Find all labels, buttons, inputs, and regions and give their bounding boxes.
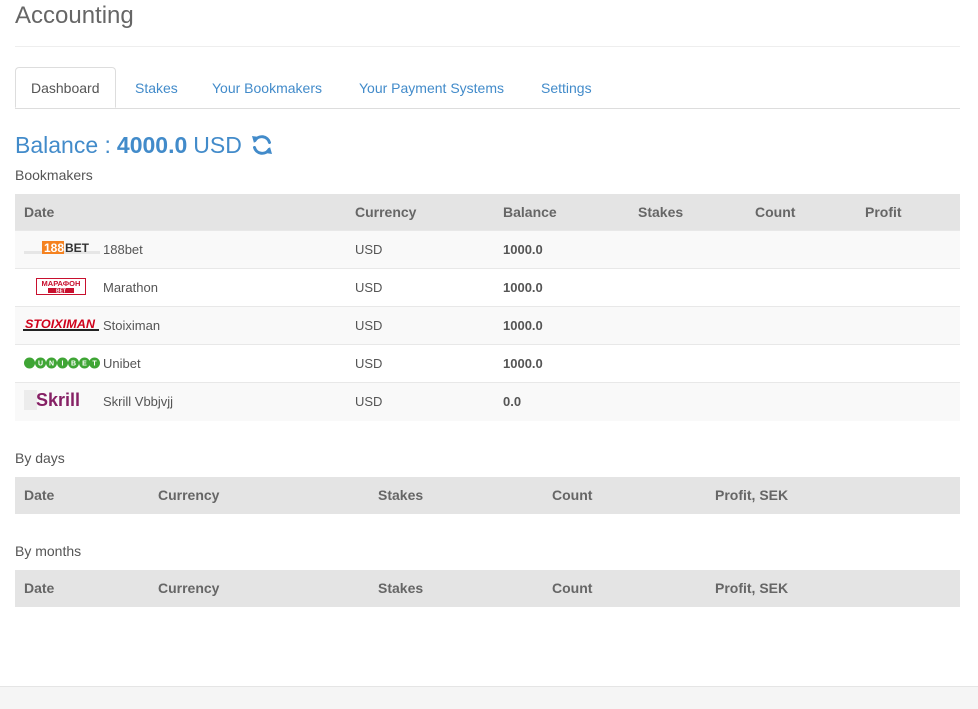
col-count: Count	[755, 204, 796, 220]
bookmaker-balance: 0.0	[503, 394, 522, 409]
page-title: Accounting	[15, 2, 134, 29]
svg-text:T: T	[92, 360, 97, 367]
bookmaker-balance: 1000.0	[503, 242, 543, 257]
col-stakes: Stakes	[378, 580, 424, 596]
footer	[0, 686, 978, 709]
svg-text:I: I	[62, 360, 64, 367]
skrill-logo-icon: Skrill	[24, 389, 88, 410]
title-divider	[15, 46, 960, 47]
by-months-label: By months	[15, 543, 82, 559]
balance-label: Balance :	[15, 131, 111, 158]
bookmaker-currency: USD	[355, 394, 383, 409]
bookmaker-name: Skrill Vbbjvjj	[103, 394, 174, 409]
table-row: UN I BET Unibet USD 1000.0	[15, 344, 960, 383]
svg-text:STOIXIMAN: STOIXIMAN	[25, 317, 95, 331]
col-stakes: Stakes	[638, 204, 684, 220]
svg-text:N: N	[49, 360, 54, 367]
balance-heading: Balance : 4000.0 USD	[15, 130, 274, 160]
tab-your-bookmakers[interactable]: Your Bookmakers	[212, 67, 322, 108]
col-date: Date	[24, 204, 55, 220]
col-currency: Currency	[158, 487, 220, 503]
stoiximan-logo-icon: STOIXIMAN	[23, 316, 99, 333]
col-profit-sek: Profit, SEK	[715, 487, 789, 503]
bookmaker-name: Unibet	[103, 356, 141, 371]
table-row: МАРАФОН BET Marathon USD 1000.0	[15, 268, 960, 307]
svg-text:BET: BET	[65, 241, 90, 255]
svg-text:BET: BET	[56, 288, 66, 294]
balance-currency: USD	[193, 131, 242, 158]
bookmaker-name: Stoiximan	[103, 318, 161, 333]
col-count: Count	[552, 580, 593, 596]
tab-settings[interactable]: Settings	[541, 67, 592, 108]
by-days-table-header: Date Currency Stakes Count Profit, SEK	[15, 477, 960, 514]
by-months-table-header: Date Currency Stakes Count Profit, SEK	[15, 570, 960, 607]
bookmaker-currency: USD	[355, 318, 383, 333]
bookmaker-currency: USD	[355, 280, 383, 295]
bookmaker-currency: USD	[355, 356, 383, 371]
bookmakers-table-header: Date Currency Balance Stakes Count Profi…	[15, 194, 960, 231]
bookmakers-label: Bookmakers	[15, 167, 93, 183]
col-date: Date	[24, 487, 55, 503]
svg-text:U: U	[38, 360, 43, 367]
col-currency: Currency	[355, 204, 417, 220]
tab-your-payment-systems[interactable]: Your Payment Systems	[359, 67, 504, 108]
svg-text:МАРАФОН: МАРАФОН	[42, 279, 81, 288]
refresh-icon[interactable]	[250, 133, 274, 157]
col-balance: Balance	[503, 204, 557, 220]
svg-text:B: B	[71, 360, 76, 367]
col-profit-sek: Profit, SEK	[715, 580, 789, 596]
bookmaker-balance: 1000.0	[503, 356, 543, 371]
table-row: STOIXIMAN Stoiximan USD 1000.0	[15, 306, 960, 345]
tab-bar: Dashboard Stakes Your Bookmakers Your Pa…	[15, 67, 960, 109]
col-count: Count	[552, 487, 593, 503]
col-currency: Currency	[158, 580, 220, 596]
balance-amount: 4000.0	[116, 131, 188, 158]
by-days-label: By days	[15, 450, 65, 466]
bookmaker-name: Marathon	[103, 280, 158, 295]
table-row: Skrill Skrill Vbbjvjj USD 0.0	[15, 382, 960, 421]
tab-stakes[interactable]: Stakes	[135, 67, 178, 108]
unibet-logo-icon: UN I BET	[24, 354, 100, 371]
svg-text:188: 188	[44, 241, 64, 255]
svg-text:E: E	[82, 360, 87, 367]
bookmaker-currency: USD	[355, 242, 383, 257]
tab-dashboard[interactable]: Dashboard	[15, 67, 116, 108]
col-date: Date	[24, 580, 55, 596]
bookmaker-name: 188bet	[103, 242, 143, 257]
bookmaker-balance: 1000.0	[503, 318, 543, 333]
table-row: 188 BET 188bet USD 1000.0	[15, 230, 960, 269]
marathon-logo-icon: МАРАФОН BET	[36, 277, 86, 295]
bookmaker-balance: 1000.0	[503, 280, 543, 295]
svg-text:Skrill: Skrill	[36, 390, 80, 410]
col-stakes: Stakes	[378, 487, 424, 503]
bet188-logo-icon: 188 BET	[24, 239, 100, 256]
col-profit: Profit	[865, 204, 902, 220]
